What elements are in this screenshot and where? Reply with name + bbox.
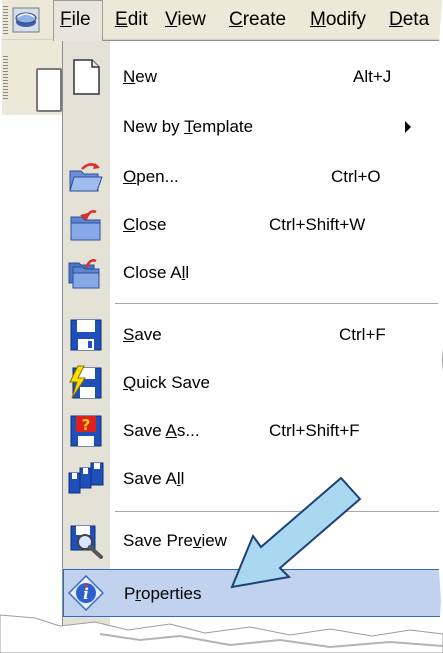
menu-item-shortcut: Ctrl+O [331, 167, 381, 186]
menu-item-label: New by Template [123, 117, 254, 136]
menu-item-new[interactable]: New Alt+J [63, 53, 442, 101]
open-folder-icon [69, 163, 103, 192]
save-all-icon [68, 462, 104, 494]
menu-item-quick-save[interactable]: Quick Save [63, 359, 442, 407]
menu-item-label: Quick Save [123, 373, 210, 392]
properties-info-icon: i [68, 575, 104, 611]
menu-item-shortcut: Ctrl+F [339, 325, 386, 344]
menubar-grip[interactable] [3, 6, 8, 36]
menu-item-label: Properties [124, 584, 202, 603]
menu-item-close[interactable]: Close Ctrl+Shift+W [63, 201, 442, 249]
menu-edit[interactable]: Edit [115, 0, 148, 40]
menu-details[interactable]: Deta [389, 0, 429, 40]
submenu-arrow-icon [405, 121, 411, 133]
menu-item-label: New [123, 67, 158, 86]
quick-save-icon [69, 365, 102, 399]
save-preview-icon [70, 525, 103, 559]
menu-item-save-preview[interactable]: Save Preview [63, 517, 442, 565]
menu-item-new-by-template[interactable]: New by Template [63, 103, 442, 151]
save-as-icon: ? [70, 415, 102, 447]
menu-item-properties[interactable]: i Properties [63, 569, 442, 617]
menu-item-label: Save [123, 325, 162, 344]
save-disk-icon [70, 319, 102, 351]
close-folder-icon [70, 210, 101, 241]
menu-item-label: Close [123, 215, 167, 234]
menu-create[interactable]: Create [229, 0, 286, 40]
svg-text:i: i [83, 585, 89, 603]
menu-modify[interactable]: Modify [310, 0, 366, 40]
menu-item-label: Save All [123, 469, 185, 488]
menu-item-close-all[interactable]: Close All [63, 249, 442, 297]
close-all-icon [68, 259, 100, 289]
menu-item-label: Save Preview [123, 531, 227, 550]
menu-item-save-all[interactable]: Save All [63, 455, 442, 503]
menu-item-save[interactable]: Save Ctrl+F [63, 311, 442, 359]
menu-item-open[interactable]: Open... Ctrl+O [63, 153, 442, 201]
toolbar-grip[interactable] [3, 56, 8, 100]
menu-item-label: Open... [123, 167, 179, 186]
menu-separator [115, 511, 439, 512]
menu-file[interactable]: File [53, 0, 103, 41]
menu-item-shortcut: Ctrl+Shift+F [269, 421, 360, 440]
menu-separator [115, 303, 439, 304]
menu-item-label: Close All [123, 263, 190, 282]
menu-view[interactable]: View [165, 0, 206, 40]
screenshot-stage: File Edit View Create Modify Deta New Al… [0, 0, 443, 653]
menu-item-label: Save As... [123, 421, 200, 440]
new-document-icon [73, 59, 100, 95]
svg-text:?: ? [82, 416, 91, 434]
menu-item-shortcut: Ctrl+Shift+W [269, 215, 366, 234]
file-menu-dropdown: New Alt+J New by Template Open... Ctrl+O [62, 40, 443, 640]
menu-bar: File Edit View Create Modify Deta [0, 0, 443, 41]
menu-item-shortcut: Alt+J [353, 67, 392, 86]
app-logo-icon[interactable] [12, 7, 40, 33]
toolbar-new-button[interactable] [36, 68, 62, 112]
menu-item-save-as[interactable]: ? Save As... Ctrl+Shift+F [63, 407, 442, 455]
